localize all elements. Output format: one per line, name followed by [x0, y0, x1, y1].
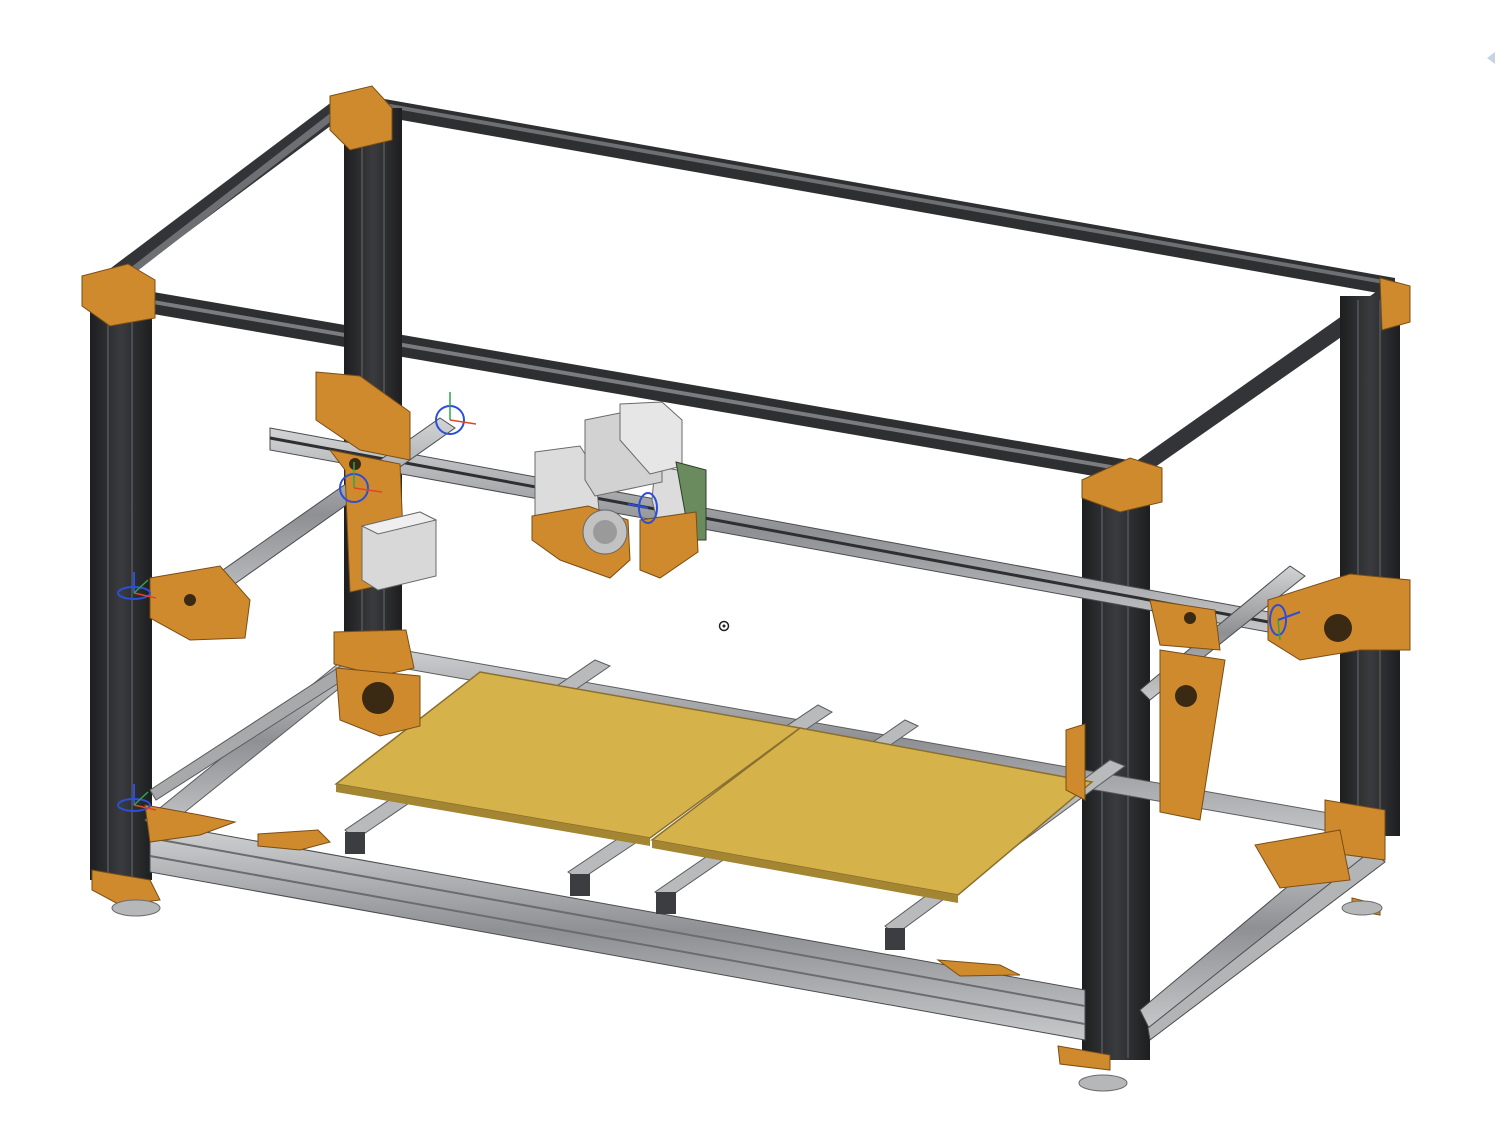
toolhead[interactable]	[531, 401, 707, 579]
target-icon	[718, 620, 730, 632]
x-stepper-motor[interactable]	[360, 511, 438, 591]
top-frame[interactable]	[95, 92, 1400, 484]
model-viewport[interactable]	[0, 0, 1503, 1128]
printed-parts[interactable]	[81, 85, 1411, 1071]
chevron-left-icon[interactable]	[1487, 52, 1495, 64]
